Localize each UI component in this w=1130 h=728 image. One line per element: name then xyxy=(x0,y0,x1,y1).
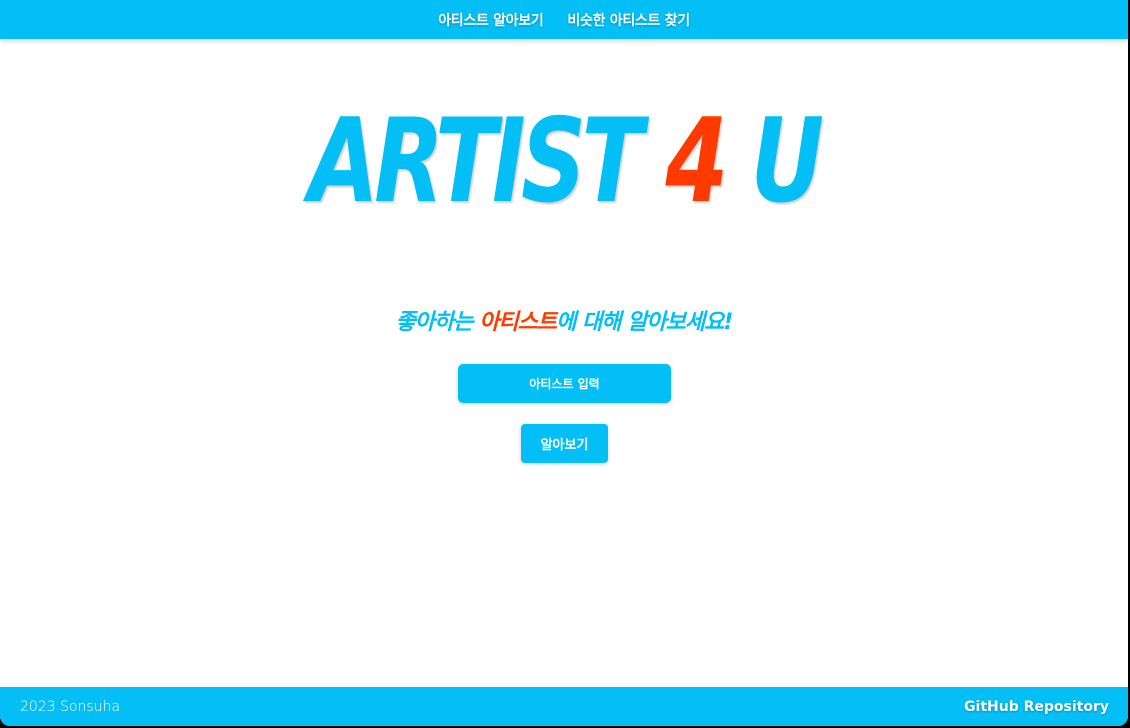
nav-link-artist-info[interactable]: 아티스트 알아보기 xyxy=(438,10,544,30)
tagline-after: 에 대해 알아보세요! xyxy=(556,310,733,335)
footer: 2023 Sonsuha GitHub Repository xyxy=(0,687,1128,726)
nav-link-similar-artists[interactable]: 비슷한 아티스트 찾기 xyxy=(567,10,690,30)
top-navbar: 아티스트 알아보기 비슷한 아티스트 찾기 xyxy=(0,0,1128,39)
logo-text-four: 4 xyxy=(665,94,728,229)
tagline: 좋아하는 아티스트에 대해 알아보세요! xyxy=(0,304,1128,336)
tagline-before: 좋아하는 xyxy=(395,310,480,335)
artist-input[interactable] xyxy=(458,364,671,403)
github-repository-link[interactable]: GitHub Repository xyxy=(964,699,1109,715)
copyright-text: 2023 Sonsuha xyxy=(20,698,121,715)
logo-text-artist: ARTIST xyxy=(308,94,666,229)
submit-button[interactable]: 알아보기 xyxy=(521,424,608,463)
tagline-highlight: 아티스트 xyxy=(479,310,557,335)
logo-text-u: U xyxy=(723,94,823,229)
site-logo: ARTIST 4 U xyxy=(124,62,1004,262)
app-window: 아티스트 알아보기 비슷한 아티스트 찾기 ARTIST 4 U 좋아하는 아티… xyxy=(0,0,1128,726)
